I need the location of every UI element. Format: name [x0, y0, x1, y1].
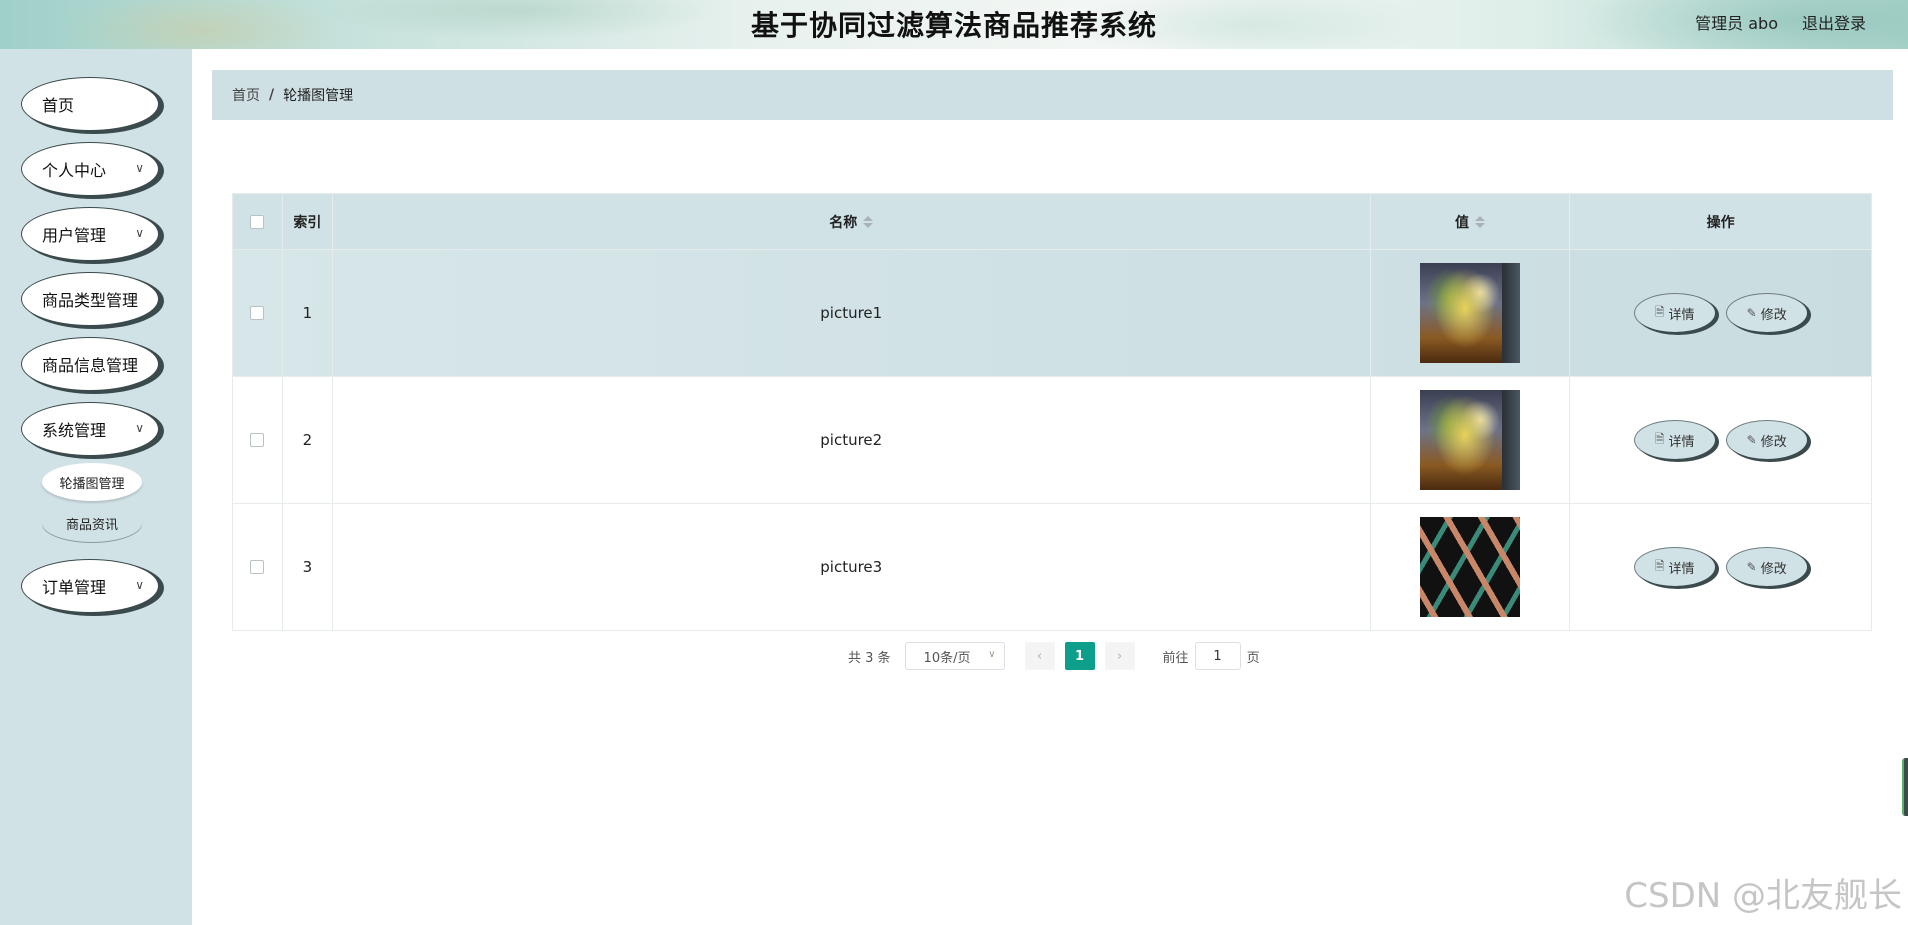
prev-page-button[interactable]: ‹	[1024, 642, 1055, 670]
document-icon: 🗎	[1654, 431, 1665, 446]
sidebar-item-product-info[interactable]: 商品信息管理	[22, 338, 158, 390]
sidebar-item-label: 商品信息管理	[42, 356, 139, 375]
select-all-checkbox[interactable]	[250, 214, 265, 229]
chevron-down-icon: ∨	[135, 421, 144, 435]
sidebar-subitem-label: 轮播图管理	[59, 476, 125, 492]
sidebar-item-label: 系统管理	[42, 421, 107, 440]
pagination: 共 3 条 10条/页 ∨ ‹ 1 › 前往 1 页	[848, 642, 1260, 670]
detail-button[interactable]: 🗎 详情	[1634, 294, 1715, 332]
table-header: 索引 名称 值 操作	[233, 194, 1871, 249]
sidebar-item-label: 首页	[42, 96, 75, 115]
app-title: 基于协同过滤算法商品推荐系统	[750, 9, 1157, 42]
breadcrumb-separator: /	[269, 87, 275, 103]
goto-suffix: 页	[1246, 650, 1260, 666]
goto-page-input[interactable]: 1	[1194, 642, 1241, 670]
chevron-right-icon: ›	[1116, 648, 1123, 664]
page-number-button[interactable]: 1	[1064, 642, 1095, 670]
row-index: 2	[283, 377, 333, 503]
sidebar-item-system[interactable]: 系统管理 ∨	[22, 403, 158, 455]
row-checkbox[interactable]	[250, 433, 265, 447]
sort-icon[interactable]	[863, 215, 874, 228]
carousel-table: 索引 名称 值 操作 1 picture1 🗎 详情 ✎ 修改 2 picture2…	[232, 193, 1872, 631]
row-name: picture2	[333, 377, 1371, 503]
breadcrumb: 首页 / 轮播图管理	[212, 70, 1893, 120]
row-index: 3	[283, 504, 333, 630]
sidebar-item-orders[interactable]: 订单管理 ∨	[22, 560, 158, 612]
document-icon: 🗎	[1654, 304, 1665, 319]
current-user: 管理员 abo	[1695, 14, 1778, 33]
sidebar-subitem-news[interactable]: 商品资讯	[42, 504, 142, 542]
row-name: picture3	[333, 504, 1371, 630]
row-index: 1	[283, 250, 333, 376]
logout-link[interactable]: 退出登录	[1802, 10, 1866, 34]
row-name: picture1	[333, 250, 1371, 376]
row-checkbox[interactable]	[250, 306, 265, 320]
row-image	[1419, 263, 1520, 363]
pencil-icon: ✎	[1746, 433, 1757, 447]
column-header-label: 名称	[829, 214, 858, 231]
column-header-name[interactable]: 名称	[333, 194, 1371, 249]
pagination-total: 共 3 条	[848, 650, 891, 666]
row-checkbox[interactable]	[250, 560, 265, 574]
sidebar-item-users[interactable]: 用户管理 ∨	[22, 208, 158, 260]
sidebar-subitem-label: 商品资讯	[65, 517, 118, 533]
chevron-down-icon: ∨	[135, 161, 144, 175]
sidebar-item-label: 用户管理	[42, 226, 107, 245]
detail-button[interactable]: 🗎 详情	[1634, 548, 1715, 586]
column-header-label: 值	[1454, 214, 1469, 231]
breadcrumb-current: 轮播图管理	[283, 88, 354, 104]
breadcrumb-home[interactable]: 首页	[232, 85, 260, 105]
document-icon: 🗎	[1654, 558, 1665, 573]
sidebar-subitem-carousel[interactable]: 轮播图管理	[42, 463, 142, 501]
row-image	[1419, 517, 1520, 617]
pencil-icon: ✎	[1746, 560, 1757, 574]
detail-button[interactable]: 🗎 详情	[1634, 421, 1715, 459]
next-page-button[interactable]: ›	[1104, 642, 1135, 670]
sidebar-item-label: 商品类型管理	[42, 291, 139, 310]
column-header-index: 索引	[283, 194, 333, 249]
edit-button[interactable]: ✎ 修改	[1726, 294, 1807, 332]
side-scroll-handle[interactable]	[1902, 758, 1908, 816]
sidebar-item-home[interactable]: 首页	[22, 78, 158, 130]
table-row[interactable]: 3 picture3 🗎 详情 ✎ 修改	[233, 503, 1871, 630]
table-row[interactable]: 1 picture1 🗎 详情 ✎ 修改	[233, 249, 1871, 376]
sidebar-item-label: 个人中心	[42, 161, 107, 180]
edit-button[interactable]: ✎ 修改	[1726, 548, 1807, 586]
chevron-down-icon: ∨	[135, 226, 144, 240]
pencil-icon: ✎	[1746, 306, 1757, 320]
row-image	[1419, 390, 1520, 490]
chevron-down-icon: ∨	[988, 649, 996, 660]
top-header: 基于协同过滤算法商品推荐系统 管理员 abo 退出登录	[0, 0, 1908, 49]
sort-icon[interactable]	[1474, 215, 1485, 228]
column-header-value[interactable]: 值	[1371, 194, 1571, 249]
chevron-down-icon: ∨	[135, 578, 144, 592]
chevron-left-icon: ‹	[1036, 648, 1043, 664]
column-header-actions: 操作	[1706, 214, 1735, 231]
goto-label: 前往	[1162, 650, 1189, 666]
sidebar: 首页 个人中心 ∨ 用户管理 ∨ 商品类型管理 商品信息管理 系统管理 ∨ 轮播…	[0, 49, 192, 925]
sidebar-item-product-types[interactable]: 商品类型管理	[22, 273, 158, 325]
watermark: CSDN @北友舰长	[1624, 876, 1902, 916]
table-row[interactable]: 2 picture2 🗎 详情 ✎ 修改	[233, 376, 1871, 503]
sidebar-item-profile[interactable]: 个人中心 ∨	[22, 143, 158, 195]
page-size-select[interactable]: 10条/页 ∨	[904, 642, 1005, 670]
sidebar-item-label: 订单管理	[42, 578, 107, 597]
edit-button[interactable]: ✎ 修改	[1726, 421, 1807, 459]
